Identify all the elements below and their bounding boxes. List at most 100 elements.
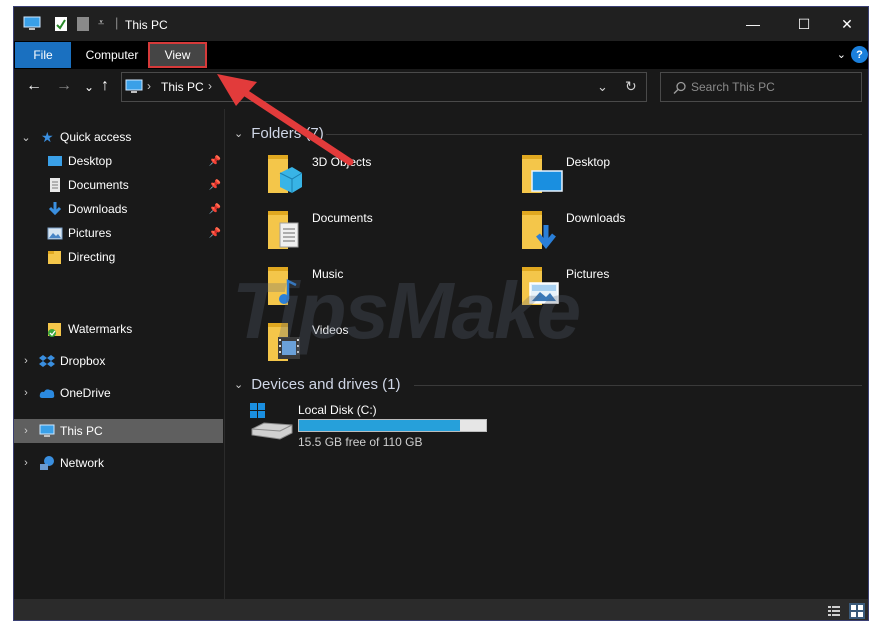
maximize-button[interactable]: ☐ — [781, 7, 827, 41]
folder-desktop[interactable]: Desktop — [520, 151, 770, 203]
quick-toolbar-dropdown-icon[interactable]: ⩡ — [98, 17, 104, 30]
network-icon — [40, 456, 54, 470]
folder-name: Desktop — [566, 155, 611, 169]
music-folder-icon — [268, 267, 297, 305]
address-bar[interactable]: › This PC › ⌄ ↻ — [121, 72, 647, 102]
pictures-icon — [47, 227, 63, 240]
folder-name: Downloads — [566, 211, 626, 225]
folder-documents[interactable]: Documents — [266, 207, 516, 259]
help-button[interactable]: ? — [851, 46, 868, 63]
breadcrumb-separator-icon[interactable]: › — [147, 79, 151, 93]
downloads-folder-icon — [522, 211, 556, 250]
folder-name: 3D Objects — [312, 155, 372, 169]
videos-folder-icon — [268, 323, 300, 361]
up-button[interactable]: ↑ — [101, 77, 109, 95]
sidebar-item-watermarks[interactable]: Watermarks — [14, 317, 223, 341]
downloads-icon — [48, 202, 62, 216]
chevron-down-icon[interactable]: ⌄ — [234, 127, 243, 140]
folder-music[interactable]: Music — [266, 263, 516, 315]
folders-group-header[interactable]: ⌄ Folders (7) — [234, 125, 324, 142]
folders-header-label: Folders (7) — [251, 125, 324, 142]
this-pc-icon — [125, 79, 143, 93]
chevron-right-icon[interactable]: › — [20, 425, 32, 437]
expand-ribbon-chevron-icon[interactable]: ⌄ — [837, 48, 846, 61]
forward-button[interactable]: → — [56, 77, 72, 95]
desktop-icon — [48, 156, 62, 166]
chevron-right-icon[interactable]: › — [20, 457, 32, 469]
onedrive-cloud-icon — [39, 389, 55, 398]
breadcrumb-this-pc[interactable]: This PC — [161, 80, 204, 94]
sidebar-item-label: Pictures — [68, 226, 112, 240]
sidebar-item-network[interactable]: › Network — [14, 451, 223, 475]
sidebar-item-label: Dropbox — [60, 354, 106, 368]
sidebar-item-label: Watermarks — [68, 322, 133, 336]
sidebar-item-documents[interactable]: Documents 📌 — [14, 173, 223, 197]
sidebar-item-dropbox[interactable]: › Dropbox — [14, 349, 223, 373]
ribbon-tabs: File Computer View ⌄ ? — [14, 41, 868, 69]
recent-locations-button[interactable]: ⌄ — [84, 80, 94, 94]
folder-pictures[interactable]: Pictures — [520, 263, 770, 315]
large-icons-view-icon[interactable] — [849, 603, 865, 619]
breadcrumb-chevron-icon[interactable]: › — [208, 79, 212, 93]
folder-name: Music — [312, 267, 344, 281]
dropbox-icon — [39, 355, 55, 367]
title-bar: ⩡ | This PC — ☐ ✕ — [14, 7, 868, 41]
back-button[interactable]: ← — [26, 77, 42, 95]
this-pc-icon — [23, 16, 41, 30]
status-bar — [14, 599, 868, 620]
sidebar-item-label: Downloads — [68, 202, 128, 216]
folder-name: Videos — [312, 323, 349, 337]
devices-header-label: Devices and drives (1) — [251, 376, 401, 393]
tab-file[interactable]: File — [15, 42, 71, 68]
windows-drive-icon — [250, 403, 293, 440]
sidebar-item-quick-access[interactable]: ⌄ ★ Quick access — [14, 125, 223, 149]
address-history-dropdown-icon[interactable]: ⌄ — [597, 79, 608, 95]
folder-downloads[interactable]: Downloads — [520, 207, 770, 259]
refresh-icon[interactable]: ↻ — [625, 78, 637, 95]
chevron-right-icon[interactable]: › — [20, 355, 32, 367]
pin-icon[interactable]: 📌 — [209, 156, 221, 167]
group-divider — [326, 134, 862, 135]
sidebar-item-this-pc[interactable]: › This PC — [14, 419, 223, 443]
folder-sync-icon — [48, 323, 61, 337]
sidebar-item-desktop[interactable]: Desktop 📌 — [14, 149, 223, 173]
tab-computer[interactable]: Computer — [74, 42, 150, 68]
chevron-right-icon[interactable]: › — [20, 387, 32, 399]
folder-videos[interactable]: Videos — [266, 319, 516, 371]
sidebar-item-directing[interactable]: Directing — [14, 245, 223, 269]
content-pane: ⌄ Folders (7) 3D Objects Desktop Documen… — [226, 109, 868, 599]
sidebar-item-onedrive[interactable]: › OneDrive — [14, 381, 223, 405]
pin-icon[interactable]: 📌 — [209, 204, 221, 215]
drive-local-disk-c[interactable]: Local Disk (C:) 15.5 GB free of 110 GB — [248, 401, 508, 453]
pin-icon[interactable]: 📌 — [209, 228, 221, 239]
search-icon — [673, 81, 686, 94]
chevron-down-icon[interactable]: ⌄ — [234, 378, 243, 391]
documents-folder-icon — [268, 211, 299, 249]
folder-3d-objects[interactable]: 3D Objects — [266, 151, 516, 203]
new-folder-icon[interactable] — [76, 16, 90, 32]
star-icon: ★ — [41, 128, 54, 145]
properties-icon[interactable] — [54, 16, 68, 32]
search-input[interactable] — [691, 79, 856, 95]
minimize-button[interactable]: — — [730, 7, 776, 41]
pictures-folder-icon — [522, 267, 559, 305]
sidebar-item-label: Documents — [68, 178, 129, 192]
chevron-down-icon[interactable]: ⌄ — [20, 131, 32, 144]
documents-icon — [50, 178, 60, 192]
drive-free-space: 15.5 GB free of 110 GB — [298, 435, 423, 449]
drive-name: Local Disk (C:) — [298, 403, 377, 417]
tab-view[interactable]: View — [148, 42, 207, 68]
navigation-pane: ⌄ ★ Quick access Desktop 📌 Documents 📌 D… — [14, 109, 225, 599]
sidebar-item-label: Directing — [68, 250, 116, 264]
pin-icon[interactable]: 📌 — [209, 180, 221, 191]
navigation-bar: ← → ⌄ ↑ › This PC › ⌄ ↻ — [14, 69, 868, 109]
search-box[interactable] — [660, 72, 862, 102]
close-button[interactable]: ✕ — [824, 7, 868, 41]
devices-group-header[interactable]: ⌄ Devices and drives (1) — [234, 376, 400, 393]
this-pc-icon — [39, 424, 55, 437]
details-view-icon[interactable] — [827, 604, 841, 618]
sidebar-item-label: Network — [60, 456, 105, 470]
folder-name: Pictures — [566, 267, 610, 281]
sidebar-item-downloads[interactable]: Downloads 📌 — [14, 197, 223, 221]
sidebar-item-pictures[interactable]: Pictures 📌 — [14, 221, 223, 245]
